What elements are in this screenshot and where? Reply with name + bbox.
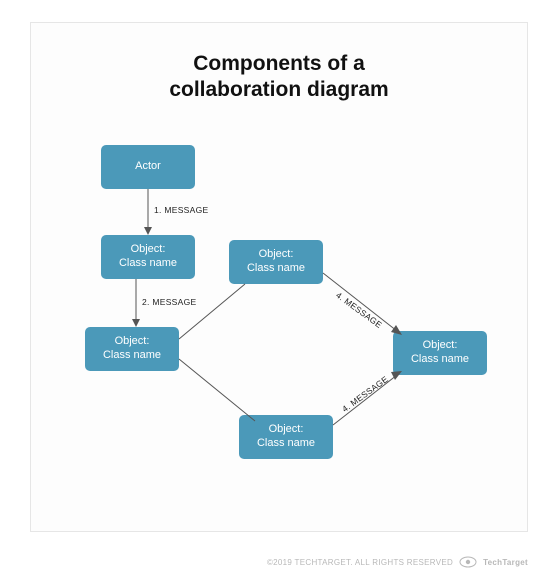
- node-object-d: Object: Class name: [239, 415, 333, 459]
- title-line-1: Components of a: [193, 52, 365, 75]
- message-1: 1. MESSAGE: [154, 205, 209, 215]
- message-2: 2. MESSAGE: [142, 297, 197, 307]
- node-actor: Actor: [101, 145, 195, 189]
- node-actor-label: Actor: [135, 160, 161, 174]
- message-4-bottom: 4. MESSAGE: [340, 374, 390, 414]
- message-4-top: 4. MESSAGE: [334, 290, 384, 330]
- node-object-e-label: Object: Class name: [411, 339, 469, 367]
- node-object-a-label: Object: Class name: [119, 243, 177, 271]
- node-object-c-label: Object: Class name: [247, 248, 305, 276]
- brand-eye-icon: [459, 556, 477, 568]
- diagram-title: Components of a collaboration diagram: [31, 51, 527, 102]
- node-object-b: Object: Class name: [85, 327, 179, 371]
- node-object-b-label: Object: Class name: [103, 335, 161, 363]
- footer-brand: TechTarget: [483, 558, 528, 567]
- node-object-d-label: Object: Class name: [257, 423, 315, 451]
- node-object-a: Object: Class name: [101, 235, 195, 279]
- node-object-e: Object: Class name: [393, 331, 487, 375]
- footer: ©2019 TECHTARGET. ALL RIGHTS RESERVED Te…: [267, 556, 528, 568]
- diagram-frame: Components of a collaboration diagram Ac…: [30, 22, 528, 532]
- footer-copyright: ©2019 TECHTARGET. ALL RIGHTS RESERVED: [267, 558, 453, 567]
- title-line-2: collaboration diagram: [169, 78, 388, 101]
- node-object-c: Object: Class name: [229, 240, 323, 284]
